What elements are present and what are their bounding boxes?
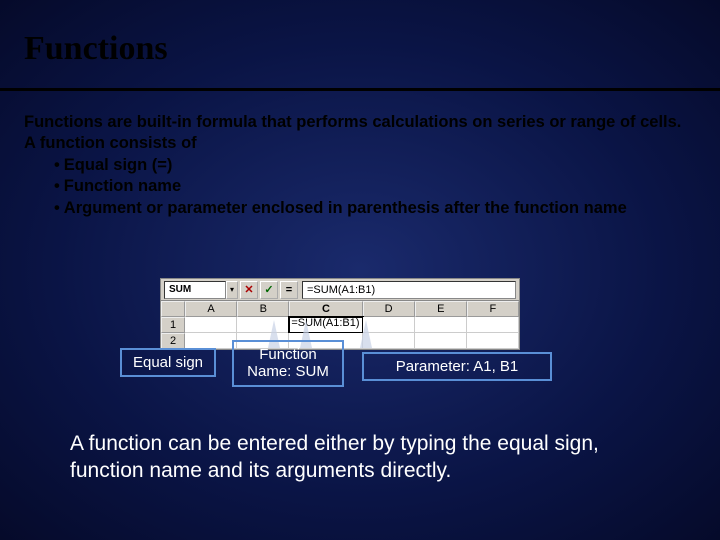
arrow-icon bbox=[360, 320, 372, 348]
col-header[interactable]: B bbox=[237, 301, 289, 317]
name-box-dropdown-icon[interactable]: ▾ bbox=[226, 281, 238, 299]
name-box[interactable]: SUM bbox=[164, 281, 226, 299]
callout-parameter: Parameter: A1, B1 bbox=[362, 352, 552, 381]
row-header[interactable]: 1 bbox=[161, 317, 185, 333]
col-header[interactable]: F bbox=[467, 301, 519, 317]
slide-title: Functions bbox=[24, 30, 168, 68]
cell[interactable] bbox=[467, 317, 519, 333]
corner-header bbox=[161, 301, 185, 317]
col-header[interactable]: E bbox=[415, 301, 467, 317]
callout-equal-sign: Equal sign bbox=[120, 348, 216, 377]
cancel-button[interactable]: ✕ bbox=[240, 281, 258, 299]
bullet-item: Function name bbox=[54, 176, 696, 197]
cell[interactable] bbox=[415, 333, 467, 349]
enter-button[interactable]: ✓ bbox=[260, 281, 278, 299]
cell[interactable] bbox=[415, 317, 467, 333]
formula-bar: SUM ▾ ✕ ✓ = =SUM(A1:B1) bbox=[161, 279, 519, 301]
callout-function-name: Function Name: SUM bbox=[232, 340, 344, 387]
bullet-item: Equal sign (=) bbox=[54, 155, 696, 176]
row-header[interactable]: 2 bbox=[161, 333, 185, 349]
formula-input[interactable]: =SUM(A1:B1) bbox=[302, 281, 516, 299]
footer-text: A function can be entered either by typi… bbox=[70, 430, 670, 485]
bullet-item: Argument or parameter enclosed in parent… bbox=[54, 198, 696, 219]
col-header[interactable]: C bbox=[289, 301, 362, 317]
cell[interactable] bbox=[185, 333, 237, 349]
cell[interactable] bbox=[237, 317, 289, 333]
cell[interactable] bbox=[185, 317, 237, 333]
col-header[interactable]: D bbox=[363, 301, 415, 317]
col-header[interactable]: A bbox=[185, 301, 237, 317]
equals-button[interactable]: = bbox=[280, 281, 298, 299]
title-underline bbox=[0, 88, 720, 91]
cell[interactable] bbox=[467, 333, 519, 349]
intro-block: Functions are built-in formula that perf… bbox=[24, 112, 696, 219]
intro-text: Functions are built-in formula that perf… bbox=[24, 112, 696, 155]
